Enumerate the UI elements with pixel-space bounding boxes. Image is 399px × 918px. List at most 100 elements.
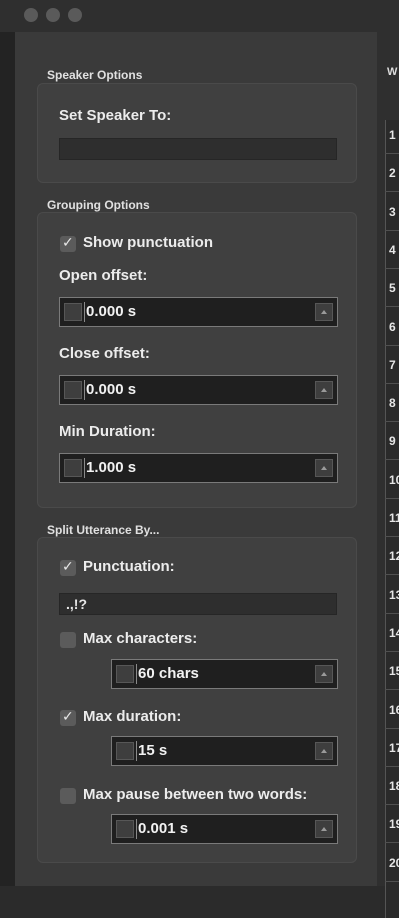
split-utterance-title: Split Utterance By... — [47, 523, 160, 537]
table-header-label: W — [387, 66, 398, 78]
table-row-number[interactable]: 15 — [389, 664, 399, 678]
grouping-options-group: Show punctuation Open offset: 0.000 s Cl… — [37, 212, 357, 508]
max-duration-decrement[interactable] — [116, 742, 134, 760]
table-row-number[interactable]: 18 — [389, 779, 399, 793]
zoom-window-button[interactable] — [68, 8, 82, 22]
table-row-separator — [385, 842, 399, 844]
close-offset-stepper[interactable]: 0.000 s — [59, 375, 338, 405]
open-offset-stepper[interactable]: 0.000 s — [59, 297, 338, 327]
min-duration-divider — [84, 458, 85, 478]
speaker-input[interactable] — [59, 138, 337, 160]
show-punctuation-label: Show punctuation — [83, 234, 213, 251]
table-row-number[interactable]: 14 — [389, 626, 399, 640]
max-duration-divider — [136, 741, 137, 761]
punctuation-checkbox[interactable] — [60, 558, 76, 576]
segments-table: W 1234567891011121314151617181920 — [377, 32, 399, 918]
punctuation-input[interactable]: .,!? — [59, 593, 337, 615]
max-pause-decrement[interactable] — [116, 820, 134, 838]
table-row-separator — [385, 612, 399, 614]
open-offset-divider — [84, 302, 85, 322]
table-row-number[interactable]: 19 — [389, 817, 399, 831]
table-row-separator — [385, 421, 399, 423]
min-duration-stepper[interactable]: 1.000 s — [59, 453, 338, 483]
table-row-number[interactable]: 3 — [389, 205, 396, 219]
table-row-number[interactable]: 6 — [389, 320, 396, 334]
table-row-separator — [385, 153, 399, 154]
set-speaker-label: Set Speaker To: — [59, 107, 172, 124]
show-punctuation-checkbox[interactable] — [60, 234, 76, 252]
table-row-number[interactable]: 11 — [389, 511, 399, 525]
max-characters-checkbox[interactable] — [60, 632, 76, 648]
min-duration-label: Min Duration: — [59, 423, 156, 440]
max-characters-divider — [136, 664, 137, 684]
max-pause-label: Max pause between two words: — [83, 786, 308, 803]
speaker-options-title: Speaker Options — [47, 68, 143, 82]
table-row-separator — [385, 804, 399, 806]
split-utterance-group: Punctuation: .,!? Max characters: 60 cha… — [37, 537, 357, 863]
table-row-number[interactable]: 20 — [389, 856, 399, 870]
max-pause-checkbox[interactable] — [60, 788, 76, 804]
max-pause-value: 0.001 s — [138, 820, 189, 837]
punctuation-label: Punctuation: — [83, 558, 175, 575]
table-row-number[interactable]: 7 — [389, 358, 396, 372]
max-duration-checkbox[interactable] — [60, 708, 76, 726]
table-row-separator — [385, 536, 399, 537]
table-row-number[interactable]: 9 — [389, 434, 396, 448]
max-duration-label: Max duration: — [83, 708, 182, 725]
close-offset-value: 0.000 s — [86, 381, 137, 398]
max-pause-divider — [136, 819, 137, 839]
table-row-separator — [385, 306, 399, 308]
table-row-number[interactable]: 5 — [389, 281, 396, 295]
minimize-window-button[interactable] — [46, 8, 60, 22]
table-row-separator — [385, 727, 399, 729]
table-row-number[interactable]: 16 — [389, 703, 399, 717]
close-window-button[interactable] — [24, 8, 38, 22]
table-row-separator — [385, 880, 399, 882]
close-offset-label: Close offset: — [59, 345, 150, 362]
open-offset-decrement[interactable] — [64, 303, 82, 321]
table-row-separator — [385, 765, 399, 767]
table-row-separator — [385, 382, 399, 384]
max-pause-increment[interactable] — [315, 820, 333, 838]
window-titlebar — [0, 0, 399, 33]
speaker-options-group: Set Speaker To: — [37, 83, 357, 183]
max-characters-value: 60 chars — [138, 665, 199, 682]
table-row-number[interactable]: 12 — [389, 549, 399, 563]
table-row-separator — [385, 191, 399, 193]
table-row-separator — [385, 650, 399, 652]
table-row-number[interactable]: 4 — [389, 243, 396, 257]
open-offset-label: Open offset: — [59, 267, 148, 284]
max-characters-increment[interactable] — [315, 665, 333, 683]
close-offset-decrement[interactable] — [64, 381, 82, 399]
table-row-number[interactable]: 17 — [389, 741, 399, 755]
table-row-separator — [385, 344, 399, 346]
options-panel: Speaker Options Set Speaker To: Grouping… — [15, 32, 377, 886]
table-row-number[interactable]: 1 — [389, 128, 396, 142]
left-edge — [0, 32, 15, 886]
open-offset-value: 0.000 s — [86, 303, 137, 320]
min-duration-value: 1.000 s — [86, 459, 137, 476]
grouping-options-title: Grouping Options — [47, 198, 150, 212]
table-row-separator — [385, 497, 399, 499]
max-pause-stepper[interactable]: 0.001 s — [111, 814, 338, 844]
table-row-number[interactable]: 8 — [389, 396, 396, 410]
table-row-separator — [385, 459, 399, 461]
table-row-separator — [385, 574, 399, 576]
table-row-number[interactable]: 10 — [389, 473, 399, 487]
min-duration-increment[interactable] — [315, 459, 333, 477]
table-row-separator — [385, 229, 399, 231]
table-row-number[interactable]: 2 — [389, 166, 396, 180]
min-duration-decrement[interactable] — [64, 459, 82, 477]
max-characters-decrement[interactable] — [116, 665, 134, 683]
table-row-number[interactable]: 13 — [389, 588, 399, 602]
max-duration-stepper[interactable]: 15 s — [111, 736, 338, 766]
open-offset-increment[interactable] — [315, 303, 333, 321]
max-characters-stepper[interactable]: 60 chars — [111, 659, 338, 689]
table-row-separator — [385, 267, 399, 269]
max-duration-value: 15 s — [138, 742, 168, 759]
close-offset-increment[interactable] — [315, 381, 333, 399]
max-characters-label: Max characters: — [83, 630, 198, 647]
close-offset-divider — [84, 380, 85, 400]
table-row-separator — [385, 689, 399, 691]
max-duration-increment[interactable] — [315, 742, 333, 760]
